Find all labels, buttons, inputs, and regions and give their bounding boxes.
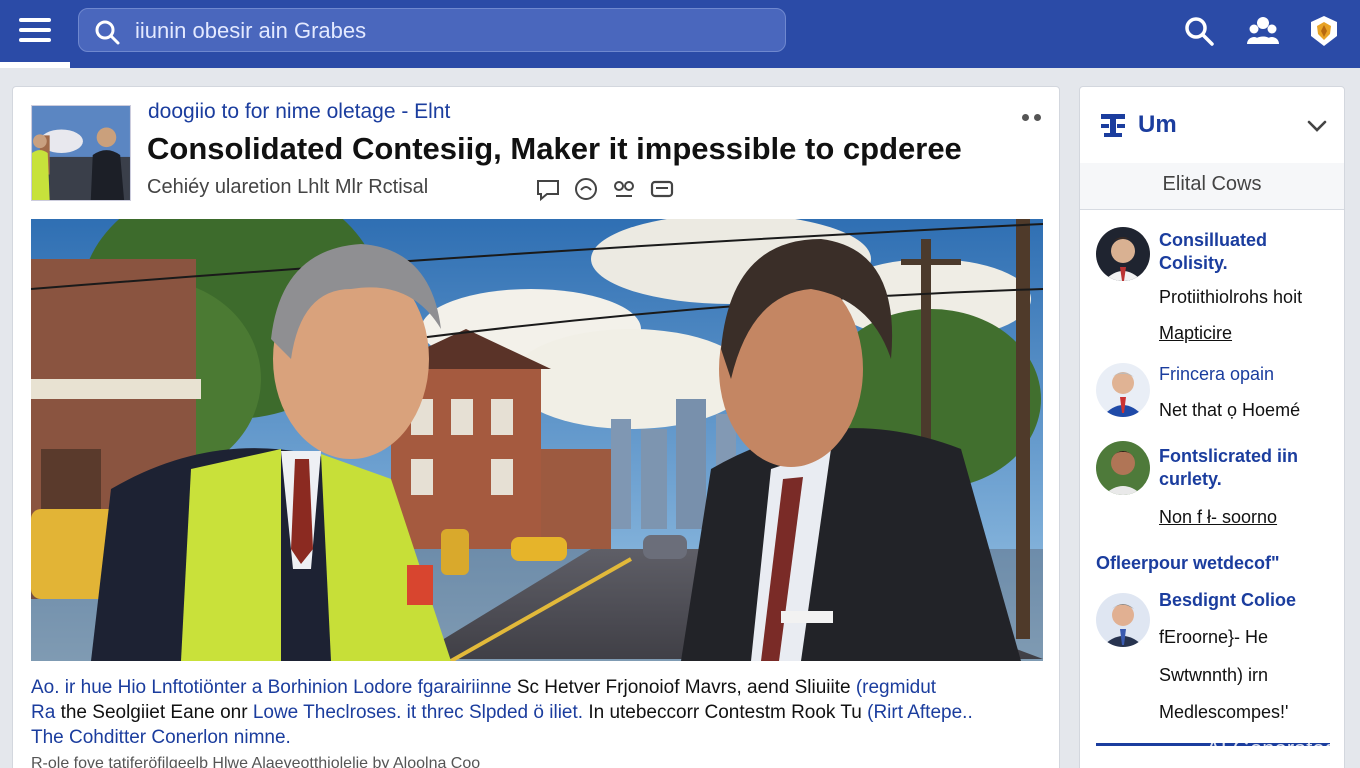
story-title[interactable]: Colisity. [1159,252,1228,275]
story-title[interactable]: curlety. [1159,468,1222,491]
sidebar-header[interactable]: Um [1080,87,1344,163]
article-byline: Cehiéy ularetion Lhlt Mlr Rctisal [147,176,429,198]
sidebar-sub-label[interactable]: Elital Cows [1080,173,1344,196]
story-title[interactable]: Consilluated [1159,229,1267,252]
search-input[interactable] [135,15,765,47]
badge-icon[interactable] [1307,14,1341,48]
body-link[interactable]: (Rirt Aftepe.. [867,702,973,723]
avatar [1096,593,1150,647]
story-title[interactable]: Frincera opain [1159,363,1274,386]
story-snippet: fEroorne}- He [1159,627,1269,647]
chevron-down-icon[interactable] [1306,115,1328,137]
article-hero-image[interactable] [31,219,1043,661]
article-thumbnail[interactable] [31,105,131,201]
body-link[interactable]: Ao. ir hue Hio Lnftotiönter a Borhinion … [31,677,512,698]
chat-icon[interactable] [611,176,637,202]
story-snippet: Protiithiolrohs hoit [1159,287,1303,307]
sidebar-story-item[interactable]: Frincera opain Net that ọ Hoemé [1080,363,1344,423]
avatar [1096,441,1150,495]
more-options-icon[interactable] [1019,107,1049,127]
divider [1080,209,1344,210]
story-snippet: Medlescompes!' [1159,702,1289,722]
story-snippet: Swtwnnth) irn [1159,665,1269,685]
sidebar-section-title[interactable]: Ofleerpour wetdecof" [1096,553,1280,574]
active-tab-indicator [0,62,70,68]
share-icon[interactable] [573,176,599,202]
sidebar-story-item[interactable]: Consilluated Colisity. Protiithiolrohs h… [1080,225,1344,355]
article-body: Ao. ir hue Hio Lnftotiönter a Borhinion … [31,675,1041,750]
bookmark-icon[interactable] [649,176,675,202]
story-title[interactable]: Besdignt Colioe [1159,589,1296,612]
body-link[interactable]: The Cohditter Conerlon nimne. [31,727,291,748]
top-app-bar [0,0,1360,68]
network-icon [1101,114,1125,137]
body-text-segment: Sc Hetver Frjonoiof Mavrs, aend Sliuiite [511,677,856,698]
hamburger-menu-icon[interactable] [17,16,53,46]
article-headline[interactable]: Consolidated Contesiig, Maker it impessi… [147,131,962,167]
story-link[interactable]: Non f ł- soorno [1159,507,1277,528]
article-body-continued: R-ole fove tatiferöfilgeelb Hlwe Alaeveo… [31,755,481,768]
story-title[interactable]: Fontslicrated iin [1159,445,1298,468]
byline-actions [535,176,675,202]
people-icon[interactable] [1246,14,1280,48]
search-icon [95,20,120,45]
body-link[interactable]: (regmidut [856,677,936,698]
ai-generated-watermark: AI Generated [1206,736,1337,761]
story-link[interactable]: Mapticire [1159,323,1232,344]
story-snippet: Net that ọ Hoemé [1159,400,1301,420]
comment-icon[interactable] [535,176,561,202]
avatar [1096,227,1150,281]
body-text-segment: In utebeccorr Contestm Rook Tu [583,702,868,723]
article-kicker[interactable]: doogiio to for nime oletage - Elnt [148,100,450,124]
search-icon[interactable] [1182,14,1216,48]
search-bar[interactable] [78,8,786,52]
sidebar-story-item[interactable]: Besdignt Colioe fEroorne}- He Swtwnnth) … [1080,587,1344,727]
avatar [1096,363,1150,417]
body-link[interactable]: Lowe Theclroses. it threc Slpded ö iliet… [253,702,583,723]
body-link[interactable]: Ra [31,702,55,723]
article-card: doogiio to for nime oletage - Elnt Conso… [12,86,1060,768]
sidebar-panel: Um Elital Cows Consilluated Colisity. Pr… [1079,86,1345,768]
body-text-segment: the Seolgiiet Eane onr [55,702,253,723]
sidebar-title: Um [1138,111,1177,138]
sidebar-story-item[interactable]: Fontslicrated iin curlety. Non f ł- soor… [1080,441,1344,541]
